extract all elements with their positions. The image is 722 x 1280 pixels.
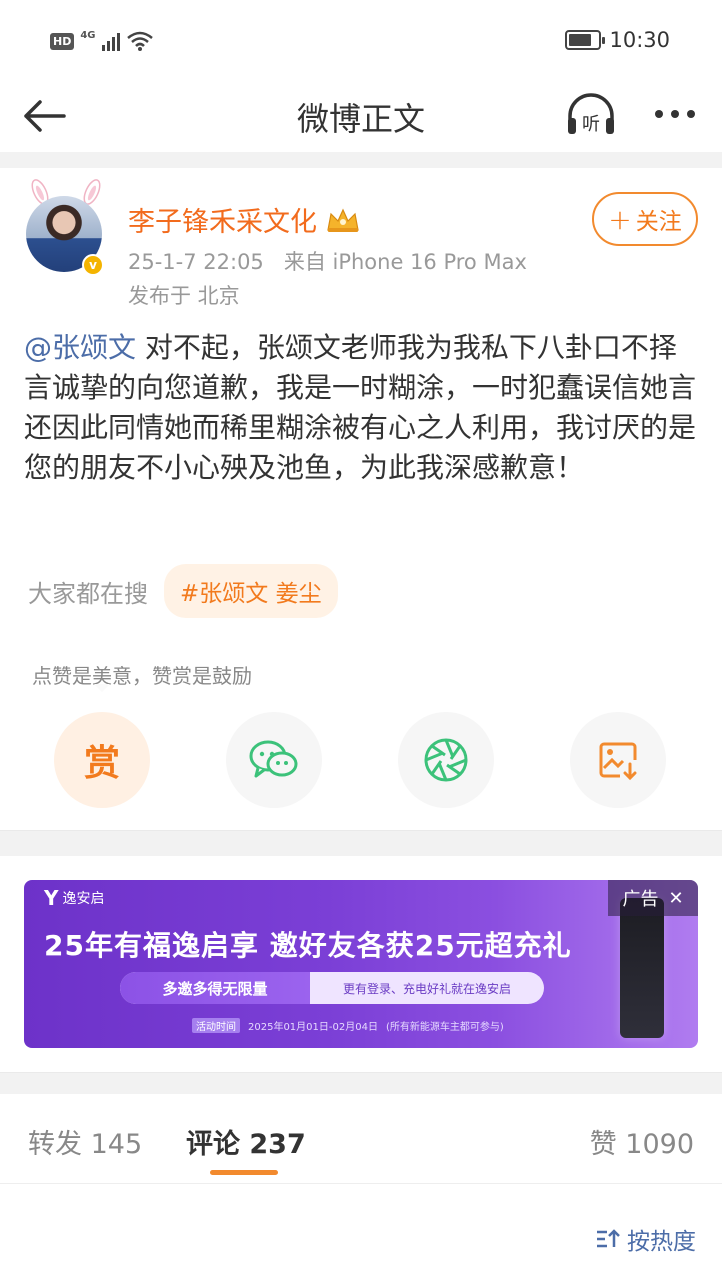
mention-link[interactable]: @张颂文 [24, 331, 136, 364]
wechat-icon [249, 740, 298, 778]
author-name-row[interactable]: 李子锋禾采文化 [128, 200, 361, 239]
wifi-icon [126, 31, 153, 51]
share-moments-button[interactable] [398, 712, 494, 808]
signal-icon [101, 31, 120, 51]
post-meta: 25-1-7 22:05 来自 iPhone 16 Pro Max [128, 246, 527, 276]
trending-search-row: 大家都在搜 #张颂文 姜尘 [28, 564, 338, 618]
ad-brand-name: 逸安启 [62, 891, 105, 907]
follow-button[interactable]: + 关注 [592, 192, 698, 246]
ad-brand-logo-icon: Y [44, 886, 59, 910]
hd-badge: HD [50, 32, 75, 50]
reward-tooltip: 点赞是美意，赞赏是鼓励 [28, 656, 256, 693]
svg-text:听: 听 [582, 114, 600, 135]
post-content: @张颂文 对不起，张颂文老师我为我私下八卦口不择言诚挚的向您道歉，我是一时糊涂，… [24, 328, 700, 488]
post-location: 发布于 北京 [128, 284, 240, 308]
clock: 10:30 [609, 28, 670, 52]
status-bar-left: HD 4G [50, 30, 154, 52]
share-wechat-button[interactable] [226, 712, 322, 808]
dot-icon [687, 110, 695, 118]
follow-label: 关注 [635, 209, 682, 235]
ad-pill-right: 更有登录、充电好礼就在逸安启 [342, 981, 511, 996]
tab-like[interactable]: 赞 1090 [590, 1122, 694, 1161]
ad-date-range: 2025年01月01日-02月04日 [248, 1022, 378, 1033]
ad-product-image [620, 898, 664, 1038]
trending-search-label: 大家都在搜 [28, 579, 148, 608]
ad-headline: 25年有福逸启享 邀好友各获25元超充礼 [44, 929, 572, 962]
ad-label: 广告 [622, 889, 659, 910]
ad-date-row: 活动时间 2025年01月01日-02月04日 (所有新能源车主都可参与) [192, 1018, 504, 1033]
post-source: 来自 iPhone 16 Pro Max [283, 250, 527, 274]
ad-label-close[interactable]: 广告 ✕ [608, 880, 698, 916]
post-date: 25-1-7 22:05 [128, 250, 264, 274]
tab-repost[interactable]: 转发 145 [28, 1122, 142, 1161]
reward-label: 赏 [83, 743, 120, 784]
section-divider [0, 152, 722, 168]
ad-pill-left: 多邀多得无限量 [120, 972, 310, 1004]
sort-icon [597, 1229, 620, 1248]
tab-comment[interactable]: 评论 237 [186, 1122, 306, 1161]
save-image-icon [599, 742, 637, 781]
plus-icon: + [608, 202, 632, 236]
section-divider [0, 1072, 722, 1094]
verified-badge-icon: v [82, 254, 104, 276]
status-bar: HD 4G 10:30 [0, 0, 722, 86]
ad-brand: Y 逸安启 [44, 886, 104, 910]
sort-label: 按热度 [627, 1229, 696, 1255]
topic-chip[interactable]: #张颂文 姜尘 [164, 564, 338, 618]
tooltip-arrow [94, 684, 110, 692]
post-card: v 李子锋禾采文化 25-1-7 22:05 来自 iPhone 16 Pro … [0, 168, 722, 830]
save-image-button[interactable] [570, 712, 666, 808]
close-icon[interactable]: ✕ [668, 888, 683, 909]
ad-pill: 多邀多得无限量 更有登录、充电好礼就在逸安启 [120, 972, 544, 1004]
active-tab-indicator [210, 1170, 278, 1175]
ad-banner[interactable]: Y 逸安启 25年有福逸启享 邀好友各获25元超充礼 多邀多得无限量 更有登录、… [24, 880, 698, 1048]
battery-icon [565, 30, 606, 50]
section-divider [0, 830, 722, 856]
network-type: 4G [80, 29, 96, 41]
interaction-tabs: 转发 145 评论 237 赞 1090 [0, 1094, 722, 1184]
sort-button[interactable]: 按热度 [595, 1222, 696, 1256]
author-avatar[interactable]: v [20, 178, 110, 278]
more-options-button[interactable] [650, 94, 700, 134]
ad-date-note: (所有新能源车主都可参与) [385, 1022, 504, 1033]
status-bar-right: 10:30 [565, 28, 670, 52]
moments-aperture-icon [424, 738, 468, 782]
dot-icon [671, 110, 679, 118]
nav-bar: 微博正文 听 [0, 86, 722, 152]
ad-date-tag: 活动时间 [192, 1018, 240, 1033]
crown-vip-icon [327, 208, 359, 232]
dot-icon [655, 110, 663, 118]
author-name: 李子锋禾采文化 [128, 207, 317, 238]
headphones-listen-icon[interactable]: 听 [564, 90, 618, 140]
reward-button[interactable]: 赏 [54, 712, 150, 808]
